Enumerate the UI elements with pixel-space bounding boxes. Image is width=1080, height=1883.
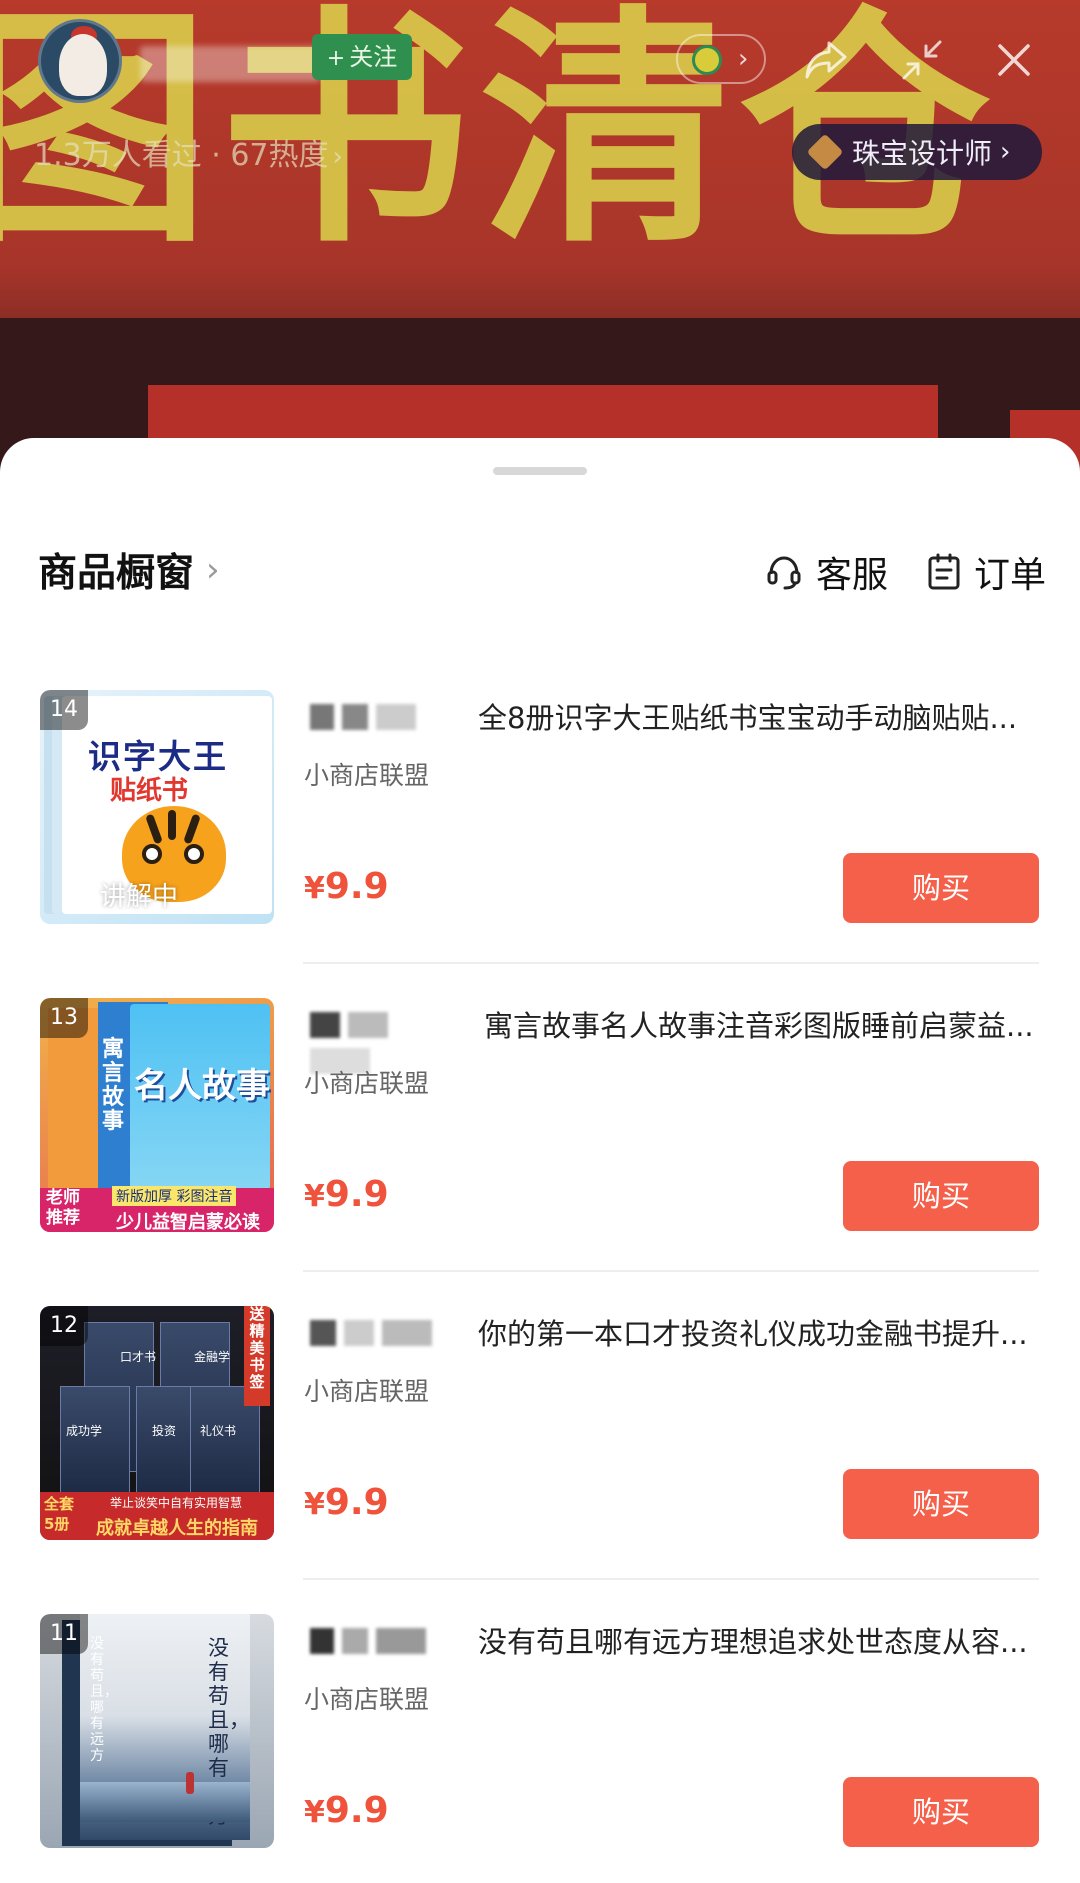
cover-footer-bar: 老师推荐 新版加厚 彩图注音 少儿益智启蒙必读 bbox=[40, 1186, 274, 1232]
live-video: 图书清仓 1元2元 +关注 1.3万人看过 · 67热度› › 珠宝设计师 › bbox=[0, 0, 1080, 480]
host-tag-pill[interactable]: 珠宝设计师 › bbox=[792, 124, 1042, 180]
live-explaining-indicator: 讲解中 bbox=[78, 876, 178, 913]
follow-label: 关注 bbox=[349, 43, 398, 71]
product-thumbnail[interactable]: 口才书 金融学 成功学 投资 礼仪书 送精美书签 全套5册 举止谈笑中自有实用智… bbox=[40, 1306, 274, 1540]
product-title[interactable]: 全8册识字大王贴纸书宝宝动手动脑贴贴... bbox=[478, 698, 1038, 738]
minimize-icon bbox=[902, 40, 942, 80]
chevron-right-icon: › bbox=[332, 142, 343, 172]
showcase-title[interactable]: 商品橱窗 › bbox=[38, 542, 220, 598]
sea-illustration bbox=[80, 1782, 250, 1822]
cover-footer-bar: 全套5册 举止谈笑中自有实用智慧 成就卓越人生的指南 bbox=[40, 1492, 274, 1540]
store-name: 小商店联盟 bbox=[304, 1377, 430, 1406]
cover-tag: 新版加厚 彩图注音 bbox=[112, 1186, 237, 1206]
mini-program-capsule[interactable]: › bbox=[676, 34, 766, 84]
cover-book-label: 投资 bbox=[152, 1424, 177, 1438]
share-button[interactable] bbox=[796, 30, 856, 90]
showcase-title-text: 商品橱窗 bbox=[38, 551, 195, 596]
buy-button[interactable]: 购买 bbox=[843, 1777, 1039, 1847]
customer-service-label: 客服 bbox=[816, 555, 889, 596]
host-tag-label: 珠宝设计师 bbox=[852, 137, 993, 170]
cover-ribbon: 送精美书签 bbox=[244, 1306, 270, 1406]
store-name: 小商店联盟 bbox=[304, 761, 430, 790]
close-icon bbox=[998, 44, 1030, 76]
cover-footer: 少儿益智启蒙必读 bbox=[116, 1212, 260, 1232]
cover-badge: 老师推荐 bbox=[46, 1188, 80, 1228]
buy-button[interactable]: 购买 bbox=[843, 1161, 1039, 1231]
product-item[interactable]: 没有苟且，哪有远方 没有苟且，哪有远方 11 没有苟且哪有远方理想追求处世态度从… bbox=[0, 1614, 1080, 1883]
live-explaining-label: 讲解中 bbox=[100, 882, 179, 912]
rank-badge: 11 bbox=[40, 1614, 88, 1654]
minimize-button[interactable] bbox=[892, 30, 952, 90]
person-illustration bbox=[186, 1772, 194, 1794]
gem-icon bbox=[806, 133, 844, 171]
cover-book-label: 口才书 bbox=[120, 1350, 157, 1364]
product-price: ¥9.9 bbox=[304, 1482, 389, 1523]
viewer-stats-text: 1.3万人看过 · 67热度 bbox=[34, 138, 329, 173]
headset-icon bbox=[767, 556, 801, 590]
product-title[interactable]: 没有苟且哪有远方理想追求处世态度从容... bbox=[478, 1622, 1038, 1662]
product-thumbnail[interactable]: 没有苟且，哪有远方 没有苟且，哪有远方 11 bbox=[40, 1614, 274, 1848]
viewer-stats[interactable]: 1.3万人看过 · 67热度 › bbox=[34, 130, 343, 174]
product-prefix-redacted bbox=[310, 698, 460, 736]
follow-button[interactable]: + 关注 bbox=[312, 34, 412, 80]
rank-badge: 14 bbox=[40, 690, 88, 730]
product-item[interactable]: 口才书 金融学 成功学 投资 礼仪书 送精美书签 全套5册 举止谈笑中自有实用智… bbox=[0, 1306, 1080, 1614]
drag-handle[interactable] bbox=[493, 467, 587, 475]
product-price: ¥9.9 bbox=[304, 1174, 389, 1215]
store-name: 小商店联盟 bbox=[304, 1069, 430, 1098]
cover-title: 名人故事 bbox=[134, 1066, 270, 1106]
orders-label: 订单 bbox=[974, 555, 1047, 596]
plus-icon: + bbox=[326, 46, 346, 71]
cover-set-label: 全套5册 bbox=[44, 1495, 75, 1533]
product-item[interactable]: 寓言故事 名人故事 老师推荐 新版加厚 彩图注音 少儿益智启蒙必读 13 寓言故… bbox=[0, 998, 1080, 1306]
product-thumbnail[interactable]: 识字大王 贴纸书 讲解中 14 bbox=[40, 690, 274, 924]
cover-subtitle: 贴纸书 bbox=[110, 776, 189, 806]
product-showcase-sheet: 商品橱窗 › 客服 订单 识字大王 贴纸书 讲解中 14 全8册识字大王贴纸书宝… bbox=[0, 438, 1080, 1883]
store-name: 小商店联盟 bbox=[304, 1685, 430, 1714]
product-thumbnail[interactable]: 寓言故事 名人故事 老师推荐 新版加厚 彩图注音 少儿益智启蒙必读 13 bbox=[40, 998, 274, 1232]
cover-tag: 举止谈笑中自有实用智慧 bbox=[110, 1496, 243, 1510]
cover-book-label: 礼仪书 bbox=[200, 1424, 237, 1438]
equalizer-icon bbox=[78, 886, 90, 909]
music-icon bbox=[692, 45, 722, 75]
product-price: ¥9.9 bbox=[304, 1790, 389, 1831]
product-item[interactable]: 识字大王 贴纸书 讲解中 14 全8册识字大王贴纸书宝宝动手动脑贴贴... 小商… bbox=[0, 690, 1080, 998]
product-prefix-redacted bbox=[310, 1006, 460, 1074]
close-button[interactable] bbox=[984, 30, 1044, 90]
divider bbox=[303, 1270, 1039, 1272]
chevron-right-icon: › bbox=[738, 44, 749, 74]
host-name-redacted bbox=[140, 46, 320, 82]
share-icon bbox=[805, 41, 847, 79]
chevron-right-icon: › bbox=[1000, 137, 1011, 167]
rank-badge: 12 bbox=[40, 1306, 88, 1346]
buy-button[interactable]: 购买 bbox=[843, 853, 1039, 923]
divider bbox=[303, 1578, 1039, 1580]
host-avatar[interactable] bbox=[38, 19, 122, 103]
cover-footer: 成就卓越人生的指南 bbox=[96, 1518, 258, 1539]
cover-book-label: 成功学 bbox=[66, 1424, 103, 1438]
avatar-face bbox=[59, 34, 107, 96]
buy-button[interactable]: 购买 bbox=[843, 1469, 1039, 1539]
product-prefix-redacted bbox=[310, 1314, 460, 1352]
cover-side-title: 没有苟且，哪有远方 bbox=[90, 1636, 118, 1764]
divider bbox=[303, 962, 1039, 964]
rank-badge: 13 bbox=[40, 998, 88, 1038]
product-price: ¥9.9 bbox=[304, 866, 389, 907]
customer-service-button[interactable]: 客服 bbox=[764, 546, 888, 598]
orders-button[interactable]: 订单 bbox=[926, 546, 1046, 598]
clipboard-icon bbox=[928, 553, 960, 590]
product-title[interactable]: 你的第一本口才投资礼仪成功金融书提升... bbox=[478, 1314, 1038, 1354]
cover-book-label: 金融学 bbox=[194, 1350, 231, 1364]
product-prefix-redacted bbox=[310, 1622, 460, 1660]
product-title[interactable]: 寓言故事名人故事注音彩图版睡前启蒙益... bbox=[484, 1006, 1044, 1046]
cover-side-title: 寓言故事 bbox=[102, 1037, 125, 1134]
chevron-right-icon: › bbox=[206, 550, 220, 590]
